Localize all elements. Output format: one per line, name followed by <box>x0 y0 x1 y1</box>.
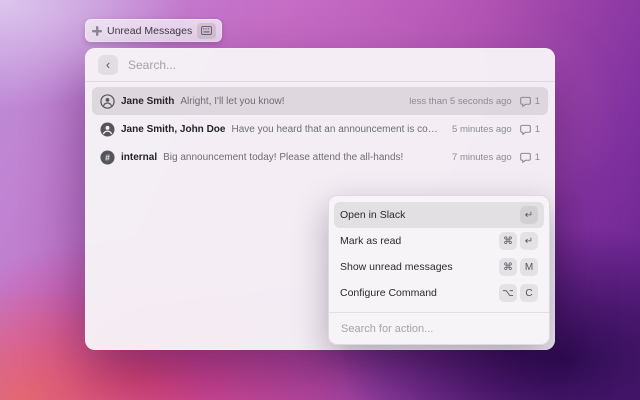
message-time: 7 minutes ago <box>452 152 512 163</box>
action-item-configure-command[interactable]: Configure Command ⌥ C <box>334 280 544 306</box>
c-key: C <box>520 284 538 302</box>
message-sender: internal <box>121 152 157 163</box>
comment-bubble-icon <box>520 124 531 135</box>
message-row[interactable]: # internal Big announcement today! Pleas… <box>92 143 548 171</box>
svg-text:#: # <box>105 152 110 162</box>
return-key-icon: ↵ <box>520 232 538 250</box>
message-count: 1 <box>535 152 540 163</box>
people-circle-icon <box>100 122 115 137</box>
comment-bubble-icon <box>520 96 531 107</box>
slack-icon <box>92 26 102 36</box>
back-button[interactable]: ‹ <box>98 55 118 75</box>
action-label: Show unread messages <box>340 261 453 273</box>
message-time: less than 5 seconds ago <box>409 96 511 107</box>
option-key-icon: ⌥ <box>499 284 517 302</box>
shortcut-keys: ⌥ C <box>499 284 538 302</box>
message-meta: 5 minutes ago 1 <box>452 124 540 135</box>
command-key-icon: ⌘ <box>499 232 517 250</box>
action-label: Open in Slack <box>340 209 405 221</box>
message-time: 5 minutes ago <box>452 124 512 135</box>
search-header: ‹ Search... <box>85 48 555 81</box>
return-key-icon: ↵ <box>520 206 538 224</box>
message-row[interactable]: Jane Smith, John Doe Have you heard that… <box>92 115 548 143</box>
action-menu-items: Open in Slack ↵ Mark as read ⌘ ↵ Show un… <box>329 196 549 312</box>
command-key-icon: ⌘ <box>499 258 517 276</box>
message-meta: less than 5 seconds ago 1 <box>409 96 540 107</box>
action-search-input[interactable]: Search for action... <box>329 313 549 344</box>
search-input[interactable]: Search... <box>128 58 542 72</box>
action-item-mark-as-read[interactable]: Mark as read ⌘ ↵ <box>334 228 544 254</box>
message-sender: Jane Smith <box>121 96 174 107</box>
message-list: Jane Smith Alright, I'll let you know! l… <box>85 82 555 171</box>
raycast-window: ‹ Search... Jane Smith Alright, I'll let… <box>85 48 555 350</box>
shortcut-keys: ↵ <box>520 206 538 224</box>
message-count: 1 <box>535 96 540 107</box>
comment-bubble-icon <box>520 152 531 163</box>
message-meta: 7 minutes ago 1 <box>452 152 540 163</box>
hash-channel-icon: # <box>100 150 115 165</box>
message-sender: Jane Smith, John Doe <box>121 124 225 135</box>
hotkey-chip[interactable]: Unread Messages <box>85 19 222 42</box>
action-item-open-in-slack[interactable]: Open in Slack ↵ <box>334 202 544 228</box>
message-preview: Big announcement today! Please attend th… <box>163 152 403 163</box>
person-circle-icon <box>100 94 115 109</box>
keyboard-shortcut-box[interactable] <box>197 23 216 39</box>
message-row[interactable]: Jane Smith Alright, I'll let you know! l… <box>92 87 548 115</box>
action-menu: Open in Slack ↵ Mark as read ⌘ ↵ Show un… <box>328 195 550 345</box>
shortcut-keys: ⌘ ↵ <box>499 232 538 250</box>
message-preview: Have you heard that an announcement is c… <box>231 124 446 135</box>
m-key: M <box>520 258 538 276</box>
action-item-show-unread-messages[interactable]: Show unread messages ⌘ M <box>334 254 544 280</box>
action-label: Configure Command <box>340 287 437 299</box>
shortcut-keys: ⌘ M <box>499 258 538 276</box>
keyboard-icon <box>201 26 212 35</box>
desktop: { "hotkey_chip": { "label": "Unread Mess… <box>0 0 640 400</box>
action-label: Mark as read <box>340 235 401 247</box>
message-preview: Alright, I'll let you know! <box>180 96 284 107</box>
hotkey-chip-label: Unread Messages <box>107 25 192 37</box>
message-count: 1 <box>535 124 540 135</box>
